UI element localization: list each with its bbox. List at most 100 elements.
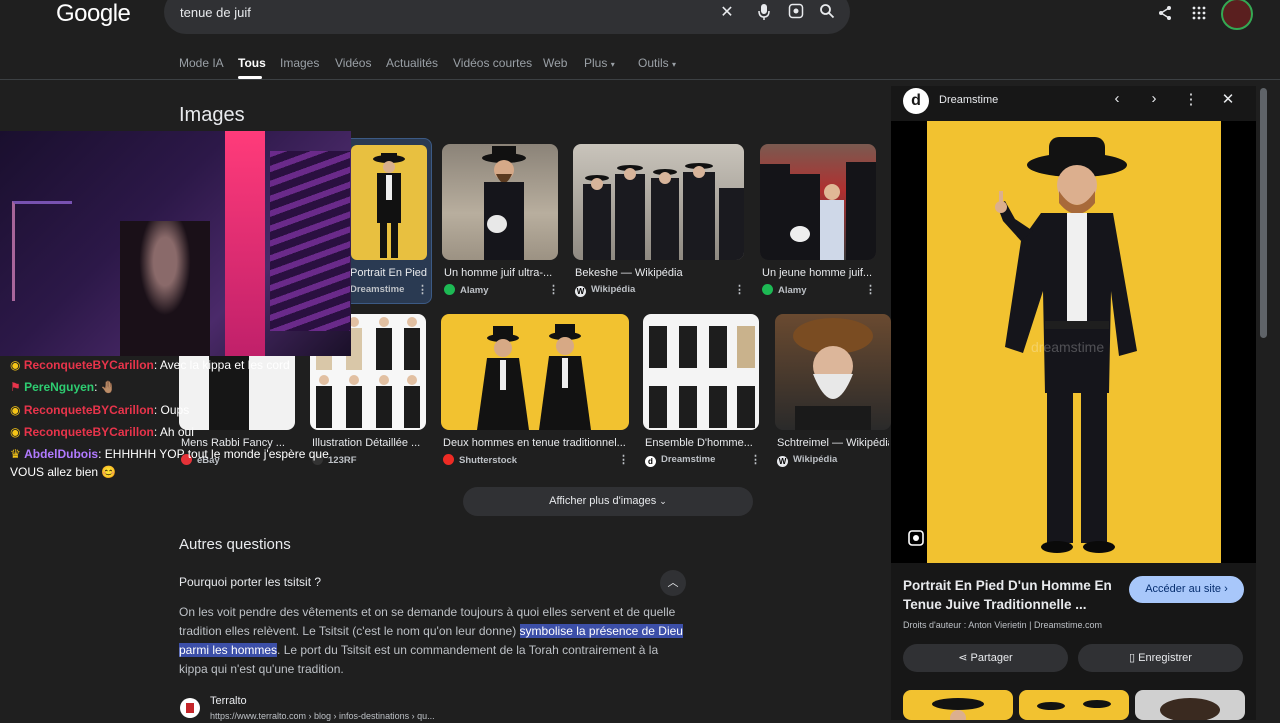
shutterstock-icon — [443, 454, 454, 465]
tab-actualites[interactable]: Actualités — [386, 56, 438, 70]
scrollbar[interactable] — [1260, 88, 1267, 338]
image-card-2[interactable] — [442, 144, 558, 260]
image-card-9[interactable] — [775, 314, 891, 430]
image-source[interactable]: W Wikipédia — [777, 454, 837, 467]
chat-message: ♛ AbdelDubois: EHHHHH YOP tout le monde … — [10, 447, 329, 461]
webcam-overlay — [0, 131, 351, 356]
dreamstime-icon[interactable]: d — [903, 88, 929, 114]
images-section-title: Images — [179, 104, 245, 126]
chevron-up-icon[interactable]: ︿ — [660, 570, 686, 596]
caret-down-icon: ▾ — [672, 60, 677, 69]
image-source[interactable]: W Wikipédia — [575, 284, 635, 297]
image-source[interactable]: Alamy — [762, 284, 807, 296]
chat-message: ◉ ReconqueteBYCarillon: Oups — [10, 403, 190, 417]
more-icon[interactable]: ⋮ — [750, 453, 761, 466]
image-caption[interactable]: Deux hommes en tenue traditionnel... — [443, 437, 628, 449]
more-icon[interactable]: ⋮ — [618, 453, 629, 466]
wikipedia-icon: W — [575, 286, 586, 297]
tab-outils[interactable]: Outils ▾ — [638, 56, 676, 70]
save-button[interactable]: ▯ Enregistrer — [1078, 644, 1243, 672]
faq-question[interactable]: Pourquoi porter les tsitsit ? — [179, 575, 321, 589]
tab-tous[interactable]: Tous — [238, 56, 266, 70]
image-caption[interactable]: Un jeune homme juif... — [762, 267, 872, 279]
image-caption[interactable]: Portrait En Pied D'un... — [350, 267, 430, 279]
search-bar[interactable]: ✕ — [164, 0, 850, 34]
chat-message: ◉ ReconqueteBYCarillon: Ah oui — [10, 425, 194, 439]
image-card-3[interactable] — [573, 144, 744, 260]
tab-plus[interactable]: Plus ▾ — [584, 56, 615, 70]
image-card-7[interactable] — [441, 314, 629, 430]
image-source[interactable]: Shutterstock — [443, 454, 517, 466]
google-logo[interactable]: Google — [56, 0, 131, 28]
search-icon[interactable] — [817, 3, 837, 23]
more-icon[interactable]: ⋮ — [548, 283, 559, 296]
chevron-down-icon: ⌄ — [659, 496, 667, 506]
more-icon[interactable]: ⋮ — [1181, 90, 1201, 108]
image-card-4[interactable] — [760, 144, 876, 260]
close-icon[interactable]: ✕ — [1218, 90, 1238, 108]
tab-mode-ia[interactable]: Mode IA — [179, 56, 224, 70]
more-icon[interactable]: ⋮ — [734, 283, 745, 296]
prev-icon[interactable]: ‹ — [1107, 90, 1127, 107]
panel-source-name[interactable]: Dreamstime — [939, 94, 998, 106]
divider — [0, 79, 1280, 80]
caret-down-icon: ▾ — [610, 60, 615, 69]
chevron-right-icon: › — [1224, 583, 1228, 595]
tab-web[interactable]: Web — [543, 56, 567, 70]
faq-section-title: Autres questions — [179, 536, 291, 553]
watermark: dreamstime — [1031, 339, 1105, 355]
image-card-8[interactable] — [643, 314, 759, 430]
panel-title[interactable]: Portrait En Pied D'un Homme En Tenue Jui… — [903, 576, 1123, 614]
lens-icon[interactable] — [907, 529, 925, 547]
neon-panel — [225, 131, 265, 356]
alamy-icon — [762, 284, 773, 295]
image-caption[interactable]: Un homme juif ultra-... — [444, 267, 554, 279]
wikipedia-icon: W — [777, 456, 788, 467]
image-source[interactable]: Alamy — [444, 284, 489, 296]
more-icon[interactable]: ⋮ — [417, 283, 428, 296]
lens-icon[interactable] — [786, 3, 806, 23]
tab-videos[interactable]: Vidéos — [335, 56, 371, 70]
chat-message-continued: VOUS allez bien 😊 — [10, 465, 117, 479]
source-name[interactable]: Terralto — [210, 695, 247, 707]
neon-shape — [12, 201, 72, 301]
search-input[interactable] — [180, 5, 680, 20]
bookmark-icon: ▯ — [1129, 652, 1136, 664]
image-caption[interactable]: Ensemble D'homme... — [645, 437, 755, 449]
related-image-3[interactable] — [1135, 690, 1245, 720]
badge-icon: ◉ — [10, 403, 21, 417]
terralto-icon[interactable] — [180, 698, 200, 718]
next-icon[interactable]: › — [1144, 90, 1164, 107]
image-card-1[interactable] — [340, 138, 432, 304]
neon-stripes — [270, 151, 350, 331]
tab-videos-courtes[interactable]: Vidéos courtes — [453, 56, 532, 70]
image-source[interactable]: Dreamstime — [350, 284, 404, 295]
copyright-text: Droits d'auteur : Anton Vierietin | Drea… — [903, 620, 1102, 630]
streamer — [120, 221, 210, 356]
close-icon[interactable]: ✕ — [717, 3, 737, 23]
badge-icon: ⚑ — [10, 380, 21, 394]
chat-message: ◉ ReconqueteBYCarillon: Avec la kippa et… — [10, 358, 290, 372]
tab-images[interactable]: Images — [280, 56, 319, 70]
related-image-1[interactable] — [903, 690, 1013, 720]
dreamstime-icon: d — [645, 456, 656, 467]
share-icon: ⋖ — [958, 652, 968, 664]
badge-icon: ◉ — [10, 358, 21, 372]
share-icon[interactable] — [1157, 5, 1173, 26]
faq-answer: On les voit pendre des vêtements et on s… — [179, 605, 683, 676]
show-more-images-button[interactable]: Afficher plus d'images ⌄ — [463, 487, 753, 516]
visit-site-button[interactable]: Accéder au site › — [1129, 576, 1244, 603]
related-image-2[interactable] — [1019, 690, 1129, 720]
preview-image[interactable]: dreamstime — [891, 121, 1256, 563]
share-button[interactable]: ⋖ Partager — [903, 644, 1068, 672]
badge-icon: ♛ — [10, 447, 21, 461]
image-caption[interactable]: Schtreimel — Wikipédia — [777, 437, 889, 449]
image-caption[interactable]: Bekeshe — Wikipédia — [575, 267, 735, 279]
alamy-icon — [444, 284, 455, 295]
chat-message: ⚑ PereNguyen: 🤚🏽 — [10, 380, 116, 394]
avatar[interactable] — [1221, 0, 1253, 30]
apps-icon[interactable] — [1192, 6, 1206, 25]
mic-icon[interactable] — [754, 3, 774, 23]
more-icon[interactable]: ⋮ — [865, 283, 876, 296]
image-source[interactable]: d Dreamstime — [645, 454, 715, 467]
